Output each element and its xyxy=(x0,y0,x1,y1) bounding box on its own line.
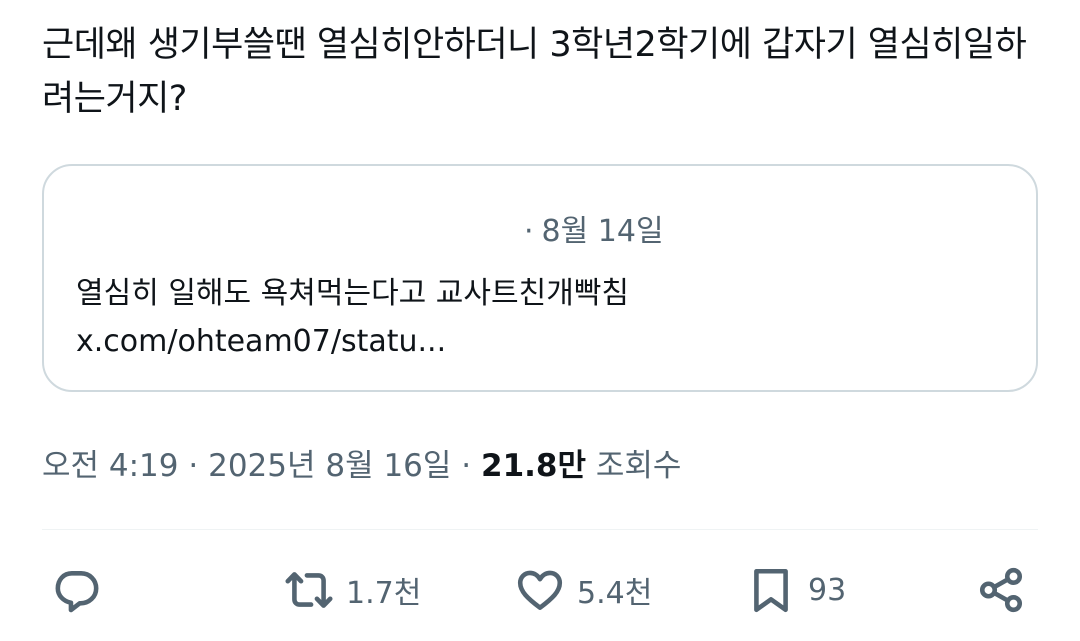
reply-icon xyxy=(55,571,99,613)
quoted-tweet-body: 열심히 일해도 욕쳐먹는다고 교사트친개빡침 x.com/ohteam07/st… xyxy=(76,270,629,366)
tweet-meta: 오전 4:19 · 2025년 8월 16일 · 21.8만 조회수 xyxy=(42,440,681,485)
separator-dot: · xyxy=(461,448,482,484)
tweet-time[interactable]: 오전 4:19 xyxy=(42,448,179,484)
views-count: 21.8만 xyxy=(481,448,587,484)
retweet-icon xyxy=(285,572,333,608)
like-count: 5.4천 xyxy=(577,576,653,611)
reply-button[interactable] xyxy=(52,560,102,620)
share-button[interactable] xyxy=(976,560,1026,620)
heart-icon xyxy=(517,570,563,610)
share-icon xyxy=(979,567,1023,613)
bookmark-button[interactable]: 93 xyxy=(746,560,846,620)
separator-dot: · xyxy=(524,214,534,249)
retweet-button[interactable]: 1.7천 xyxy=(284,560,421,620)
views-label: 조회수 xyxy=(595,448,682,484)
bookmark-icon xyxy=(754,568,788,613)
retweet-count: 1.7천 xyxy=(346,576,422,611)
quoted-tweet-card[interactable]: · 8월 14일 열심히 일해도 욕쳐먹는다고 교사트친개빡침 x.com/oht… xyxy=(42,164,1038,392)
tweet-text: 근데왜 생기부쓸땐 열심히안하더니 3학년2학기에 갑자기 열심히일하려는거지? xyxy=(42,25,1027,119)
quoted-tweet-header: · 8월 14일 xyxy=(524,206,664,250)
quoted-tweet-date[interactable]: 8월 14일 xyxy=(542,214,664,249)
bookmark-count: 93 xyxy=(808,572,847,608)
separator-dot: · xyxy=(188,448,209,484)
quoted-tweet-text: 열심히 일해도 욕쳐먹는다고 교사트친개빡침 xyxy=(76,276,630,311)
like-button[interactable]: 5.4천 xyxy=(515,560,652,620)
divider xyxy=(42,529,1038,530)
tweet-date[interactable]: 2025년 8월 16일 xyxy=(208,448,451,484)
quoted-tweet-link[interactable]: x.com/ohteam07/statu... xyxy=(76,318,629,366)
